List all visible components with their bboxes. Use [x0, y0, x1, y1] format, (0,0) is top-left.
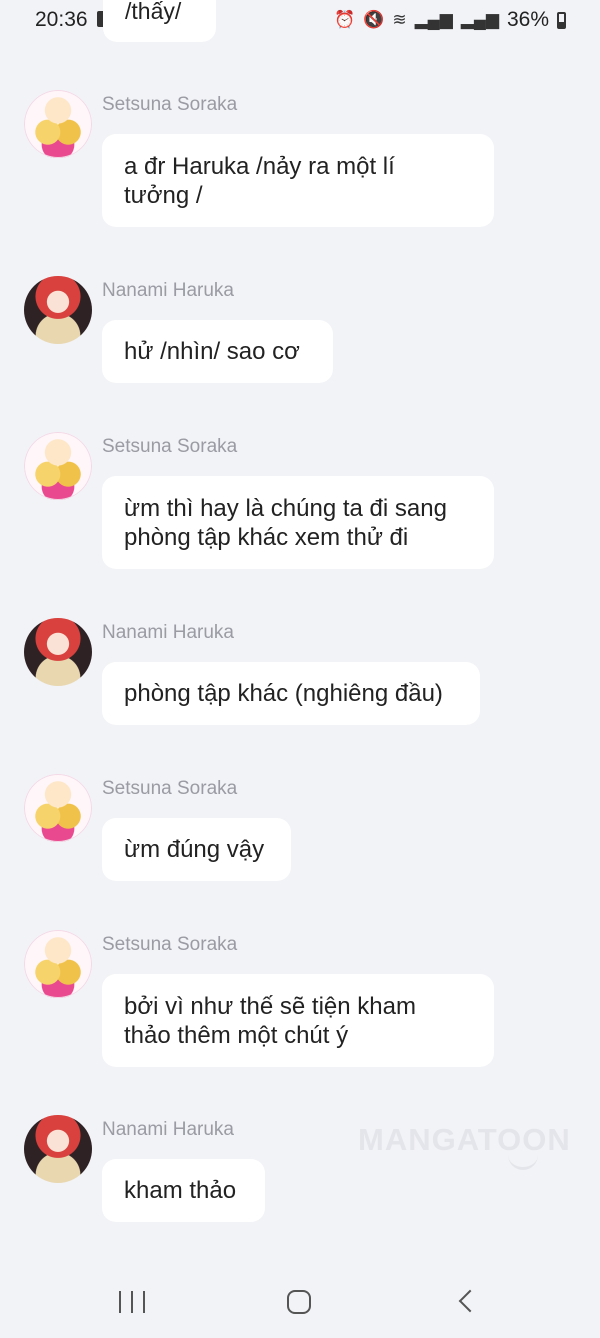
message-text: ừm đúng vậy: [124, 836, 265, 863]
mangatoon-watermark: MANGATOON: [358, 1122, 571, 1157]
back-icon[interactable]: [458, 1289, 482, 1313]
previous-message-text: /thấy/: [125, 0, 182, 24]
sender-name: Setsuna Soraka: [102, 934, 238, 955]
message-bubble[interactable]: phòng tập khác (nghiêng đầu): [102, 662, 480, 725]
alarm-icon: ⏰: [333, 10, 356, 29]
sender-name: Nanami Haruka: [102, 1119, 234, 1140]
signal-2-icon: ▂▄▆: [460, 10, 499, 29]
message-bubble[interactable]: ừm đúng vậy: [102, 818, 291, 881]
setsuna-avatar[interactable]: [24, 774, 92, 842]
message-text: ừm thì hay là chúng ta đi sang phòng tập…: [124, 494, 447, 551]
message-text: bởi vì như thế sẽ tiện kham thảo thêm mộ…: [124, 992, 416, 1049]
message-bubble[interactable]: bởi vì như thế sẽ tiện kham thảo thêm mộ…: [102, 974, 494, 1067]
wifi-icon: ≋: [392, 10, 407, 29]
message-text: hử /nhìn/ sao cơ: [124, 338, 300, 365]
sender-name: Nanami Haruka: [102, 280, 234, 301]
sender-name: Setsuna Soraka: [102, 778, 238, 799]
status-time: 20:36: [35, 8, 88, 31]
nanami-avatar[interactable]: [24, 276, 92, 344]
message-bubble[interactable]: ừm thì hay là chúng ta đi sang phòng tập…: [102, 476, 494, 569]
message-bubble[interactable]: hử /nhìn/ sao cơ: [102, 320, 333, 383]
message-bubble[interactable]: kham thảo: [102, 1159, 265, 1222]
nanami-avatar[interactable]: [24, 618, 92, 686]
nanami-avatar[interactable]: [24, 1115, 92, 1183]
recents-icon[interactable]: [119, 1291, 145, 1313]
status-bar: 20:36 ♪ ⏰ 🔇 ≋ ▂▄▆ ▂▄▆ 36%: [0, 0, 600, 40]
setsuna-avatar[interactable]: [24, 432, 92, 500]
signal-icon: ▂▄▆: [414, 10, 453, 29]
home-icon[interactable]: [287, 1290, 311, 1314]
previous-message-bubble[interactable]: /thấy/: [103, 0, 216, 42]
sender-name: Setsuna Soraka: [102, 436, 238, 457]
watermark-smile-icon: [508, 1153, 538, 1170]
battery-icon: [557, 11, 566, 29]
mute-icon: 🔇: [363, 10, 385, 29]
setsuna-avatar[interactable]: [24, 90, 92, 158]
message-bubble[interactable]: a đr Haruka /nảy ra một lí tưởng /: [102, 134, 494, 227]
navigation-bar: [0, 1264, 600, 1338]
battery-percent: 36%: [506, 8, 549, 31]
sender-name: Setsuna Soraka: [102, 94, 238, 115]
message-text: kham thảo: [124, 1177, 237, 1204]
message-text: a đr Haruka /nảy ra một lí tưởng /: [124, 152, 395, 209]
sender-name: Nanami Haruka: [102, 622, 234, 643]
message-text: phòng tập khác (nghiêng đầu): [124, 680, 443, 707]
setsuna-avatar[interactable]: [24, 930, 92, 998]
